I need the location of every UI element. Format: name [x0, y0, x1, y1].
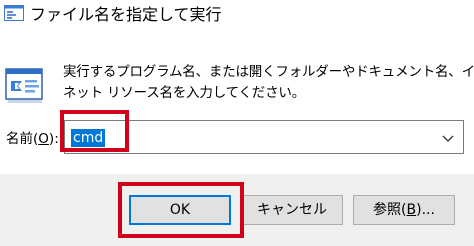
- browse-label: 参照(: [373, 202, 407, 218]
- run-dialog: ファイル名を指定して実行 実行するプログラム名、または開くフォルダーやドキュメン…: [0, 0, 474, 246]
- ok-button[interactable]: OK: [129, 195, 231, 225]
- chevron-down-icon[interactable]: [441, 130, 455, 144]
- dialog-description: 実行するプログラム名、または開くフォルダーやドキュメント名、インター ネット リ…: [63, 62, 474, 104]
- title-bar[interactable]: ファイル名を指定して実行: [0, 0, 474, 36]
- description-line-1: 実行するプログラム名、または開くフォルダーやドキュメント名、インター: [63, 64, 474, 80]
- open-label-close: ):: [48, 131, 59, 147]
- open-label-accelerator: O: [38, 131, 49, 147]
- browse-button[interactable]: 参照(B)...: [353, 195, 455, 225]
- browse-accelerator: B: [406, 202, 417, 218]
- cancel-button[interactable]: キャンセル: [241, 195, 343, 225]
- button-bar: OK キャンセル 参照(B)...: [0, 174, 474, 246]
- dialog-body: 実行するプログラム名、または開くフォルダーやドキュメント名、インター ネット リ…: [0, 36, 474, 174]
- run-program-icon: [5, 68, 45, 104]
- open-combobox[interactable]: cmd: [64, 120, 464, 154]
- open-label: 名前(O):: [6, 129, 59, 149]
- window-title: ファイル名を指定して実行: [30, 5, 222, 24]
- open-label-text: 名前: [6, 131, 33, 147]
- open-input-value[interactable]: cmd: [71, 129, 106, 147]
- browse-suffix: )...: [416, 202, 435, 218]
- description-line-2: ネット リソース名を入力してください。: [63, 85, 306, 101]
- run-dialog-icon: [4, 5, 24, 21]
